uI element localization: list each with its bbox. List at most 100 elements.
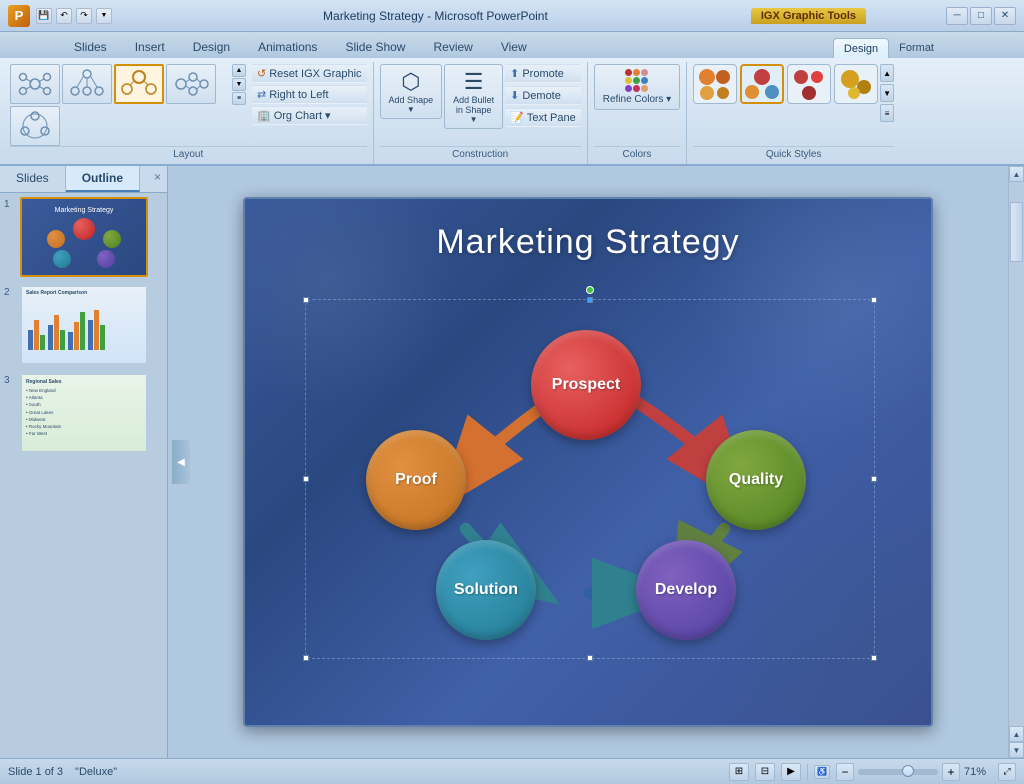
zoom-level: 71%	[964, 766, 992, 778]
circle-prospect[interactable]: Prospect	[531, 330, 641, 440]
construction-group-label: Construction	[380, 146, 581, 160]
accessibility-btn[interactable]: ♿	[814, 765, 830, 779]
scroll-thumb[interactable]	[1010, 202, 1023, 262]
layout-thumb-3[interactable]	[114, 64, 164, 104]
demote-btn[interactable]: ⬇ Demote	[505, 86, 581, 105]
tab-animations[interactable]: Animations	[244, 36, 331, 58]
handle-bl[interactable]	[303, 655, 309, 661]
construction-content: ⬡ Add Shape ▼ ☰ Add Bulletin Shape ▼ ⬆ P…	[380, 64, 581, 146]
promote-btn[interactable]: ⬆ Promote	[505, 64, 581, 83]
circle-proof[interactable]: Proof	[366, 430, 466, 530]
tab-slideshow[interactable]: Slide Show	[331, 36, 419, 58]
fit-slide-btn[interactable]: ⤢	[998, 763, 1016, 781]
slide-panel: Slides Outline × 1 Marketing Strategy	[0, 166, 168, 758]
slide-count: Slide 1 of 3	[8, 766, 63, 778]
panel-close-btn[interactable]: ×	[148, 166, 167, 192]
redo-button[interactable]: ↷	[76, 8, 92, 24]
diagram-container[interactable]: Prospect Proof Quality Solution Develop	[305, 299, 875, 659]
qs-thumb-4[interactable]	[834, 64, 878, 104]
layout-scroll-up[interactable]: ▲	[232, 64, 246, 77]
scroll-track[interactable]	[1009, 182, 1024, 726]
slideshow-btn[interactable]: ▶	[781, 763, 801, 781]
qs-scroll-down[interactable]: ▼	[880, 84, 894, 102]
tab-igx-design[interactable]: Design	[833, 38, 889, 58]
circle-develop[interactable]: Develop	[636, 540, 736, 640]
slide-title: Marketing Strategy	[245, 199, 931, 262]
handle-br[interactable]	[871, 655, 877, 661]
colors-content: Refine Colors ▾	[594, 64, 680, 146]
handle-tl[interactable]	[303, 297, 309, 303]
slide-num-3: 3	[4, 373, 16, 386]
scroll-up-btn[interactable]: ▲	[1009, 166, 1024, 182]
reset-igx-btn[interactable]: ↺ Reset IGX Graphic	[252, 64, 367, 83]
layout-thumb-5[interactable]	[10, 106, 60, 146]
vertical-scrollbar: ▲ ▲ ▼	[1008, 166, 1024, 758]
normal-view-btn[interactable]: ⊞	[729, 763, 749, 781]
handle-ml[interactable]	[303, 476, 309, 482]
handle-tr[interactable]	[871, 297, 877, 303]
panel-tab-slides[interactable]: Slides	[0, 166, 66, 192]
handle-bc[interactable]	[587, 655, 593, 661]
qs-thumb-1[interactable]	[693, 64, 737, 104]
qs-scroll-expand[interactable]: ≡	[880, 104, 894, 122]
handle-tc[interactable]	[587, 297, 593, 303]
quick-styles-row	[693, 64, 878, 104]
layout-scroll-down[interactable]: ▼	[232, 78, 246, 91]
scroll-down-btn-1[interactable]: ▲	[1009, 726, 1024, 742]
circle-quality[interactable]: Quality	[706, 430, 806, 530]
qs-scroll-up[interactable]: ▲	[880, 64, 894, 82]
close-button[interactable]: ✕	[994, 7, 1016, 25]
tab-insert[interactable]: Insert	[121, 36, 179, 58]
add-bullet-btn[interactable]: ☰ Add Bulletin Shape ▼	[444, 64, 503, 129]
quick-styles-scroll: ▲ ▼ ≡	[880, 64, 894, 122]
right-to-left-btn[interactable]: ⇄ Right to Left	[252, 85, 367, 104]
layout-scroll-expand[interactable]: ≡	[232, 92, 246, 105]
circle-solution[interactable]: Solution	[436, 540, 536, 640]
tab-review[interactable]: Review	[419, 36, 486, 58]
scroll-down-btn-2[interactable]: ▼	[1009, 742, 1024, 758]
refine-colors-icon	[625, 69, 648, 92]
undo-button[interactable]: ↶	[56, 8, 72, 24]
slide-thumb-1[interactable]: Marketing Strategy	[20, 197, 148, 277]
layout-group-label: Layout	[10, 146, 367, 160]
slide-item-1[interactable]: 1 Marketing Strategy	[4, 197, 163, 277]
zoom-out-btn[interactable]: −	[836, 763, 854, 781]
zoom-control: − + 71%	[836, 763, 992, 781]
nav-arrow-left[interactable]: ◀	[172, 440, 190, 484]
qa-dropdown[interactable]: ▼	[96, 8, 112, 24]
tab-igx-format[interactable]: Format	[889, 38, 944, 58]
tab-slides[interactable]: Slides	[60, 36, 121, 58]
add-shape-btn[interactable]: ⬡ Add Shape ▼	[380, 64, 443, 119]
zoom-slider-thumb[interactable]	[902, 765, 914, 777]
slide-sorter-btn[interactable]: ⊟	[755, 763, 775, 781]
qs-thumb-3[interactable]	[787, 64, 831, 104]
quick-styles-content: ▲ ▼ ≡	[693, 64, 894, 146]
slide-item-3[interactable]: 3 Regional Sales • New England• Atlanta•…	[4, 373, 163, 453]
window-controls: ─ □ ✕	[946, 7, 1016, 25]
maximize-button[interactable]: □	[970, 7, 992, 25]
slide-item-2[interactable]: 2 Sales Report Comparison	[4, 285, 163, 365]
tab-view[interactable]: View	[487, 36, 541, 58]
zoom-in-btn[interactable]: +	[942, 763, 960, 781]
refine-colors-btn[interactable]: Refine Colors ▾	[594, 64, 680, 110]
move-handle[interactable]	[586, 286, 594, 294]
slide-thumb-2[interactable]: Sales Report Comparison	[20, 285, 148, 365]
org-chart-btn[interactable]: 🏢 Org Chart ▾	[252, 106, 367, 125]
slide-thumb-3[interactable]: Regional Sales • New England• Atlanta• S…	[20, 373, 148, 453]
save-button[interactable]: 💾	[36, 8, 52, 24]
handle-mr[interactable]	[871, 476, 877, 482]
qs-thumb-2[interactable]	[740, 64, 784, 104]
theme-name: "Deluxe"	[75, 766, 117, 778]
layout-thumb-4[interactable]	[166, 64, 216, 104]
panel-tab-outline[interactable]: Outline	[66, 166, 140, 192]
layout-thumbnails	[10, 64, 230, 146]
layout-thumb-1[interactable]	[10, 64, 60, 104]
minimize-button[interactable]: ─	[946, 7, 968, 25]
content-area: ◀ Marketing Strategy	[168, 166, 1008, 758]
quick-styles-group-label: Quick Styles	[693, 146, 894, 160]
layout-thumb-2[interactable]	[62, 64, 112, 104]
tab-design[interactable]: Design	[179, 36, 244, 58]
zoom-slider[interactable]	[858, 769, 938, 775]
divider	[807, 764, 808, 780]
text-pane-btn[interactable]: 📝 Text Pane	[505, 108, 581, 127]
